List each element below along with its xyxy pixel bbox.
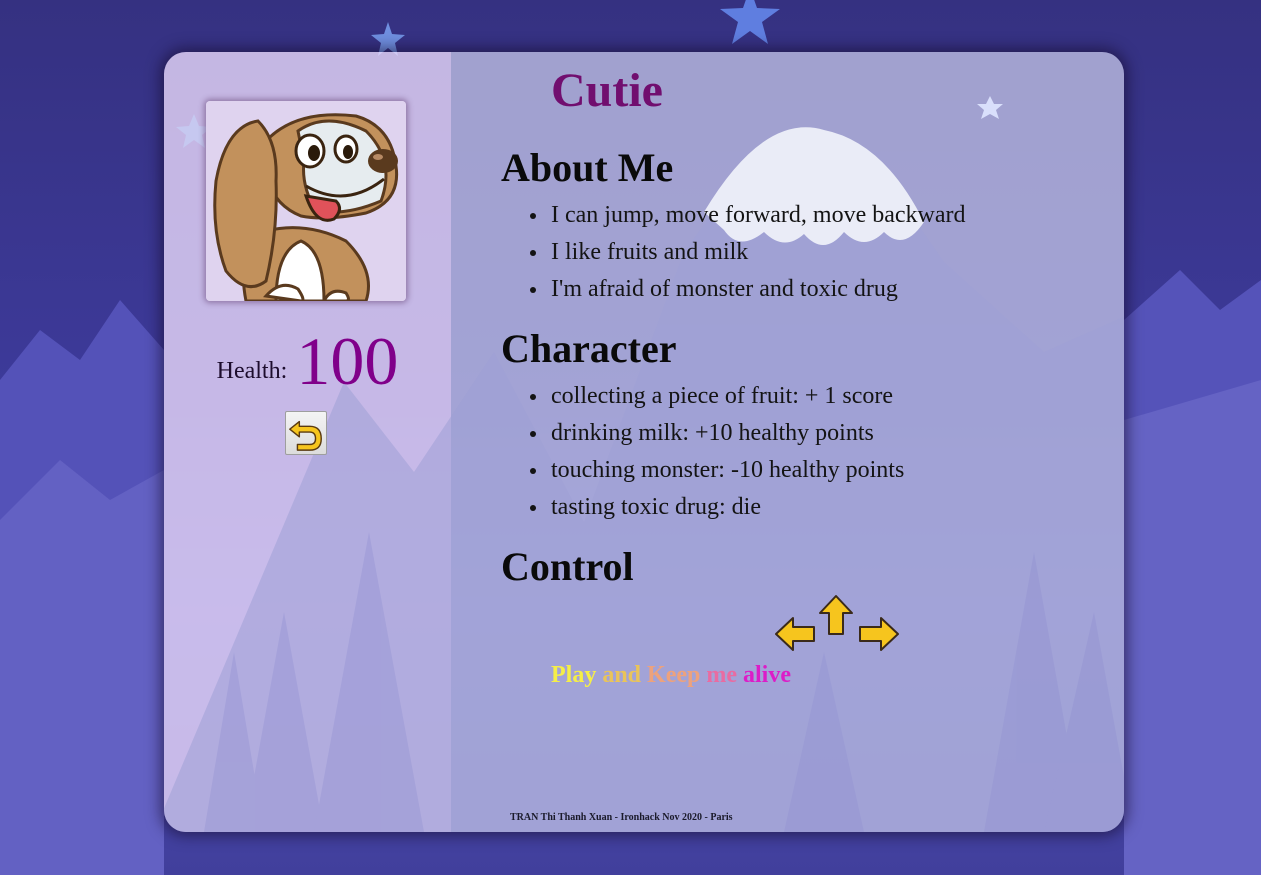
tagline: Play and Keep me alive <box>551 662 791 689</box>
health-value: 100 <box>296 323 399 399</box>
arrow-right-icon <box>859 617 899 651</box>
list-item: drinking milk: +10 healthy points <box>529 415 904 452</box>
health-label: Health: <box>216 358 288 384</box>
tagline-word: Play <box>551 662 597 688</box>
list-item: I like fruits and milk <box>530 234 966 271</box>
control-title: Control <box>501 544 634 589</box>
star-icon <box>371 0 780 56</box>
back-button[interactable] <box>285 411 327 455</box>
list-item: collecting a piece of fruit: + 1 score <box>529 378 904 415</box>
list-item: tasting toxic drug: die <box>529 489 904 526</box>
beagle-dog-icon <box>206 101 406 301</box>
tagline-word: alive <box>743 662 792 688</box>
list-item: I can jump, move forward, move backward <box>530 197 966 234</box>
about-list: I can jump, move forward, move backward … <box>530 197 966 308</box>
health-display: Health: 100 <box>164 322 451 401</box>
character-title: Character <box>501 326 677 371</box>
list-item: I'm afraid of monster and toxic drug <box>530 271 966 308</box>
arrow-up-icon <box>819 595 853 635</box>
character-name: Cutie <box>551 64 663 117</box>
profile-card: Health: 100 Cutie About Me I can jump, m… <box>164 52 1124 832</box>
tagline-word: and <box>602 662 642 688</box>
list-item: touching monster: -10 healthy points <box>529 452 904 489</box>
control-arrows <box>774 594 904 656</box>
avatar <box>206 101 406 301</box>
about-title: About Me <box>501 145 674 190</box>
star-icon <box>977 96 1003 119</box>
undo-arrow-icon <box>289 420 322 451</box>
footer-credit: TRAN Thi Thanh Xuan - Ironhack Nov 2020 … <box>510 812 733 823</box>
character-list: collecting a piece of fruit: + 1 score d… <box>529 378 904 526</box>
arrow-left-icon <box>775 617 815 651</box>
tagline-word: Keep <box>647 662 701 688</box>
tagline-word: me <box>706 662 738 688</box>
